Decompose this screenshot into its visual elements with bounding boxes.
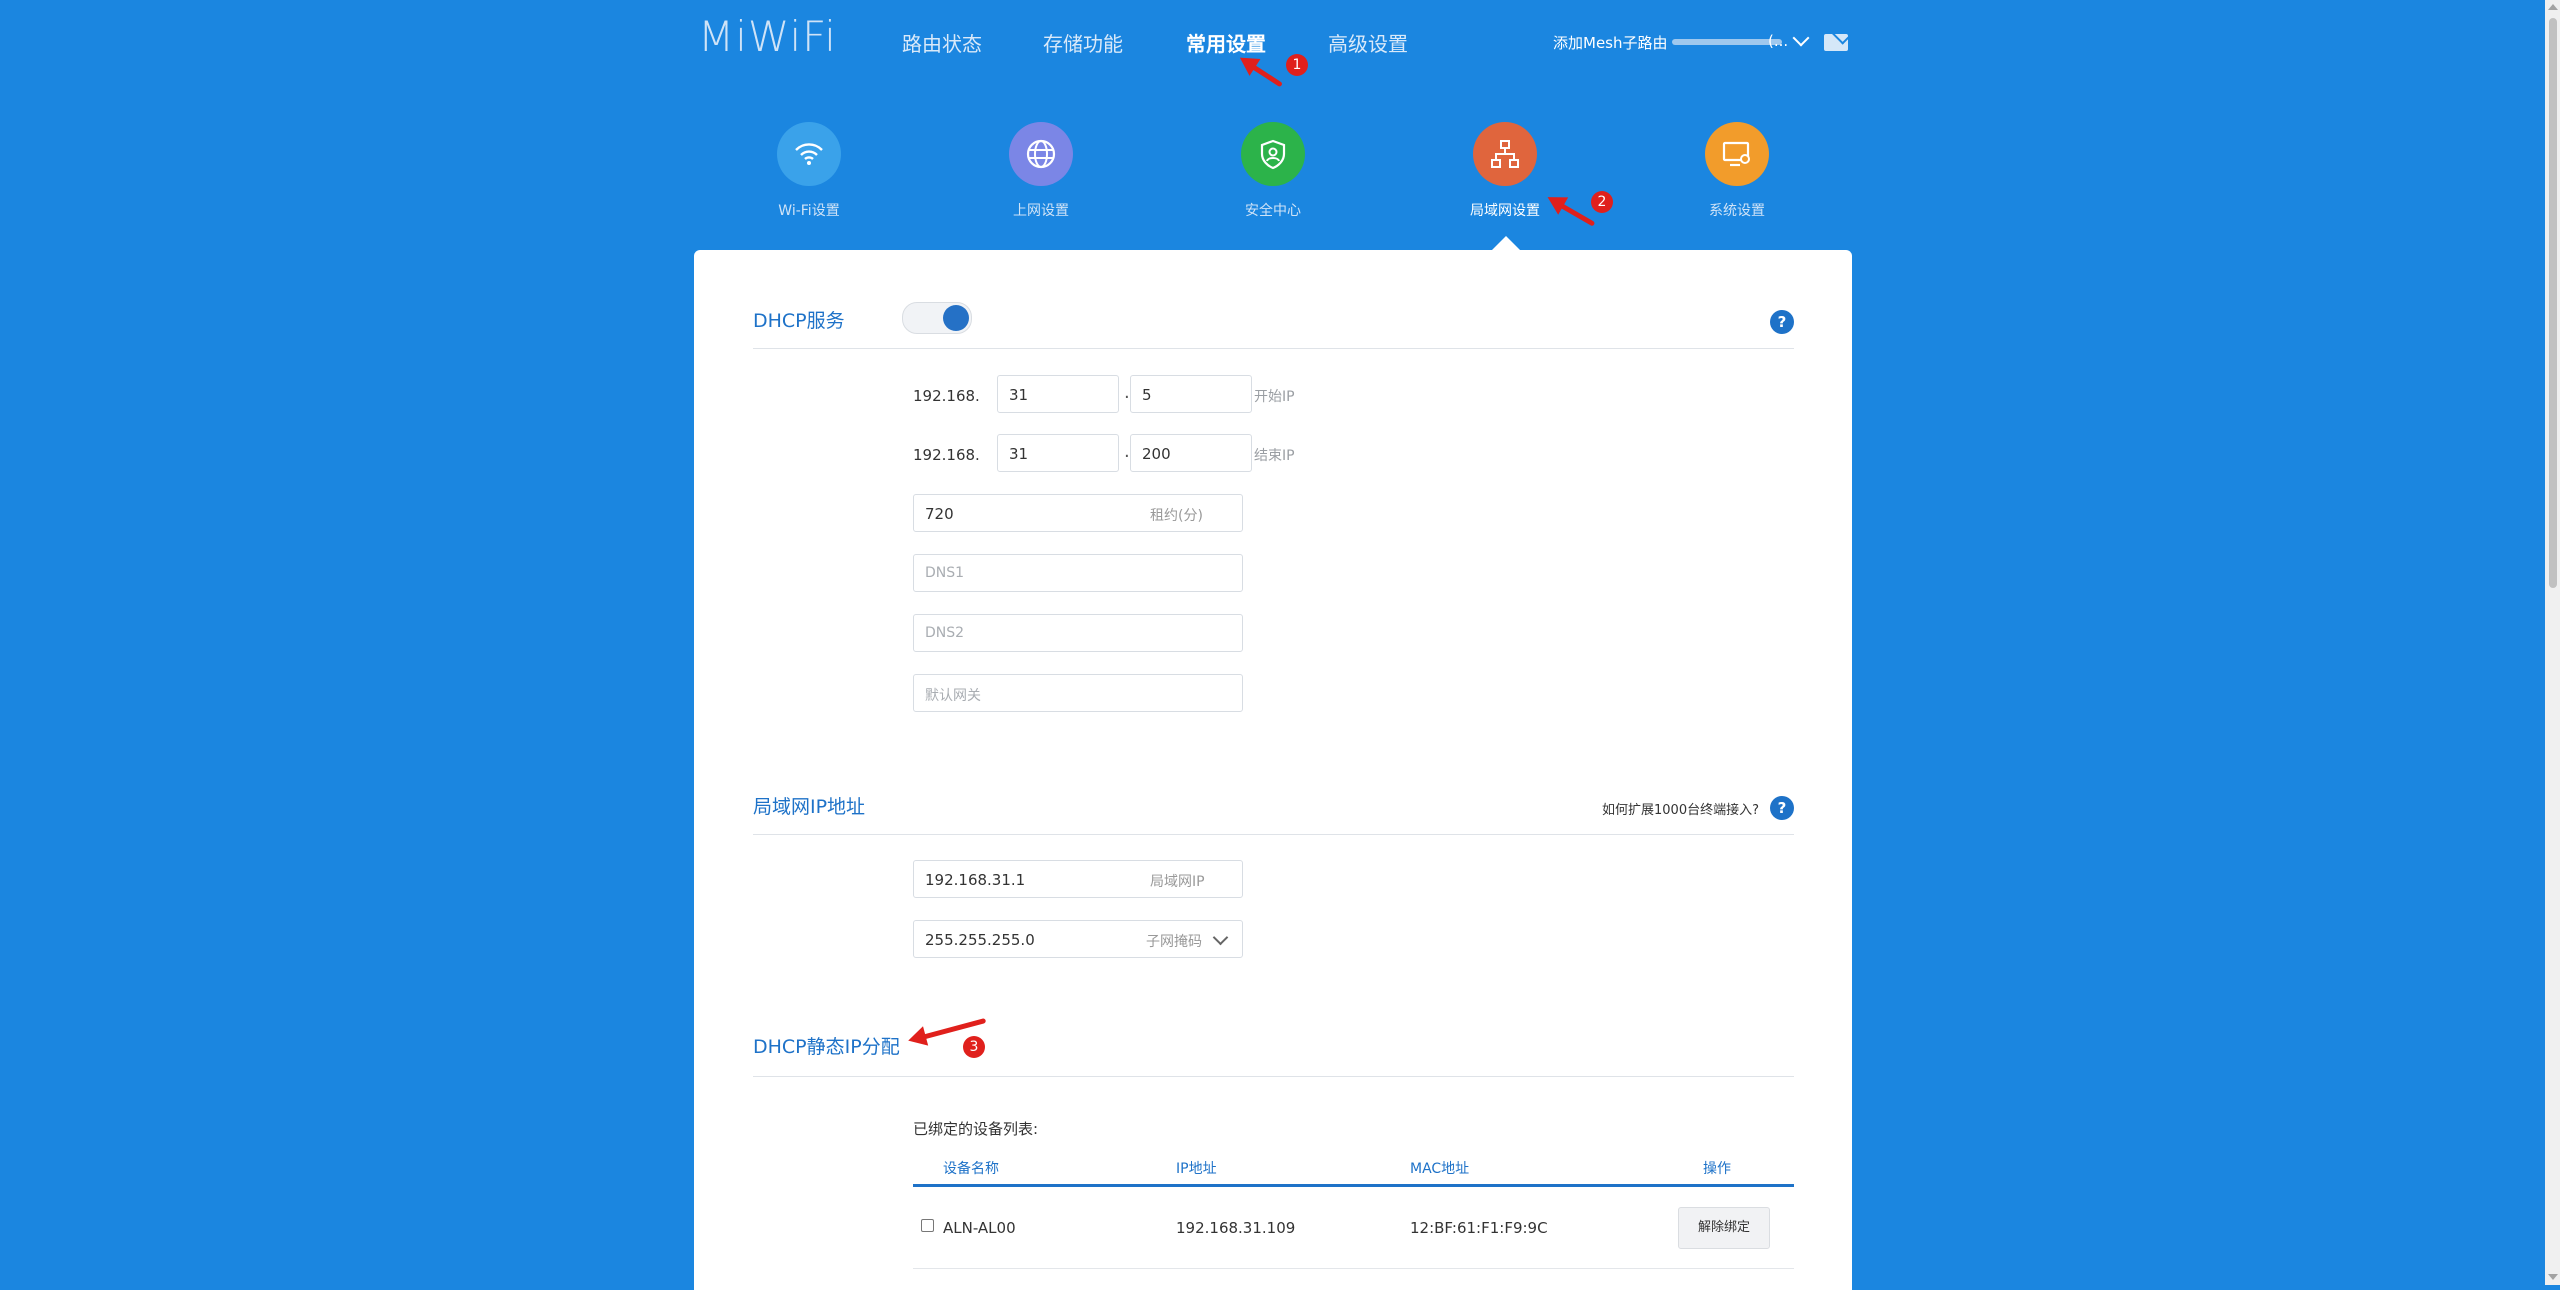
lan-help-icon[interactable]: ? (1770, 796, 1794, 820)
end-ip-prefix: 192.168. (913, 446, 980, 464)
settings-panel: DHCP服务 ? 192.168. 31 . 5 开始IP 192.168. 3… (694, 250, 1852, 1290)
category-label: 上网设置 (1013, 203, 1069, 219)
end-ip-third-octet-input[interactable]: 31 (997, 434, 1119, 472)
scrollbar-thumb[interactable] (2549, 18, 2557, 588)
start-ip-label: 开始IP (1254, 389, 1295, 405)
input-value: 200 (1142, 445, 1171, 463)
input-value: 720 (925, 505, 954, 523)
divider (753, 834, 1794, 835)
start-ip-prefix: 192.168. (913, 387, 980, 405)
annotation-badge-3: 3 (963, 1036, 985, 1058)
dns1-input[interactable]: DNS1 (913, 554, 1243, 592)
unbind-button[interactable]: 解除绑定 (1678, 1207, 1770, 1249)
start-ip-third-octet-input[interactable]: 31 (997, 375, 1119, 413)
miwifi-logo: MiWiFi (698, 12, 837, 61)
category-label: 系统设置 (1709, 203, 1765, 219)
dhcp-service-toggle[interactable] (902, 302, 972, 334)
account-suffix: (... (1768, 32, 1789, 50)
category-wifi-settings[interactable]: Wi-Fi设置 (749, 122, 869, 220)
expand-terminals-link[interactable]: 如何扩展1000台终端接入? (1602, 799, 1759, 818)
annotation-badge-2: 2 (1591, 191, 1613, 213)
column-header-ip: IP地址 (1176, 1161, 1217, 1177)
add-mesh-link[interactable]: 添加Mesh子路由 (1553, 32, 1668, 53)
lease-time-input[interactable]: 720 租约(分) (913, 494, 1243, 532)
category-label: Wi-Fi设置 (778, 203, 840, 219)
divider (753, 1076, 1794, 1077)
dhcp-static-ip-title: DHCP静态IP分配 (753, 1036, 900, 1058)
device-mac-cell: 12:BF:61:F1:F9:9C (1410, 1219, 1548, 1237)
input-value: 192.168.31.1 (925, 871, 1026, 889)
nav-router-status[interactable]: 路由状态 (902, 28, 982, 57)
table-header-underline (913, 1184, 1794, 1187)
lan-ip-label: 局域网IP (1150, 874, 1205, 890)
column-header-action: 操作 (1703, 1161, 1731, 1177)
input-placeholder: 默认网关 (925, 688, 981, 704)
device-ip-cell: 192.168.31.109 (1176, 1219, 1296, 1237)
start-ip-fourth-octet-input[interactable]: 5 (1130, 375, 1252, 413)
end-ip-fourth-octet-input[interactable]: 200 (1130, 434, 1252, 472)
mail-icon[interactable] (1824, 34, 1848, 51)
lan-icon (1473, 122, 1537, 186)
nav-common-settings[interactable]: 常用设置 (1186, 28, 1266, 57)
lan-ip-input[interactable]: 192.168.31.1 局域网IP (913, 860, 1243, 898)
system-icon (1705, 122, 1769, 186)
active-category-caret (1492, 236, 1520, 250)
nav-storage[interactable]: 存储功能 (1043, 28, 1123, 57)
dhcp-help-icon[interactable]: ? (1770, 310, 1794, 334)
end-ip-label: 结束IP (1254, 448, 1295, 464)
shield-icon (1241, 122, 1305, 186)
dhcp-service-title: DHCP服务 (753, 310, 845, 332)
input-value: 31 (1009, 386, 1029, 404)
category-system-settings[interactable]: 系统设置 (1677, 122, 1797, 220)
subnet-mask-select[interactable]: 255.255.255.0 子网掩码 (913, 920, 1243, 958)
masked-account-name (1672, 39, 1782, 45)
nav-advanced-settings[interactable]: 高级设置 (1328, 28, 1408, 57)
scroll-down-arrow-icon[interactable] (2548, 1274, 2558, 1280)
input-value: 31 (1009, 445, 1029, 463)
default-gateway-input[interactable]: 默认网关 (913, 674, 1243, 712)
column-header-mac: MAC地址 (1410, 1161, 1470, 1177)
account-dropdown-chevron-icon[interactable] (1792, 29, 1810, 47)
globe-icon (1009, 122, 1073, 186)
category-internet-settings[interactable]: 上网设置 (981, 122, 1101, 220)
octet-separator: . (1124, 441, 1130, 462)
column-header-device-name: 设备名称 (943, 1161, 999, 1177)
dns2-input[interactable]: DNS2 (913, 614, 1243, 652)
device-name-cell: ALN-AL00 (943, 1219, 1016, 1237)
category-label: 安全中心 (1245, 203, 1301, 219)
input-value: 5 (1142, 386, 1152, 404)
toggle-knob (943, 305, 969, 331)
input-placeholder: DNS1 (925, 565, 965, 581)
lan-ip-title: 局域网IP地址 (753, 796, 866, 818)
row-select-checkbox[interactable] (921, 1219, 934, 1232)
lease-time-label: 租约(分) (1150, 508, 1203, 524)
category-security-center[interactable]: 安全中心 (1213, 122, 1333, 220)
octet-separator: . (1124, 382, 1130, 403)
subnet-mask-label: 子网掩码 (1146, 934, 1202, 950)
scroll-up-arrow-icon[interactable] (2548, 4, 2558, 10)
divider (753, 348, 1794, 349)
bound-device-list-title: 已绑定的设备列表: (913, 1120, 1039, 1138)
select-value: 255.255.255.0 (925, 931, 1035, 949)
annotation-badge-1: 1 (1286, 54, 1308, 76)
wifi-icon (777, 122, 841, 186)
table-row-divider (913, 1268, 1794, 1269)
input-placeholder: DNS2 (925, 625, 965, 641)
chevron-down-icon (1212, 929, 1229, 946)
